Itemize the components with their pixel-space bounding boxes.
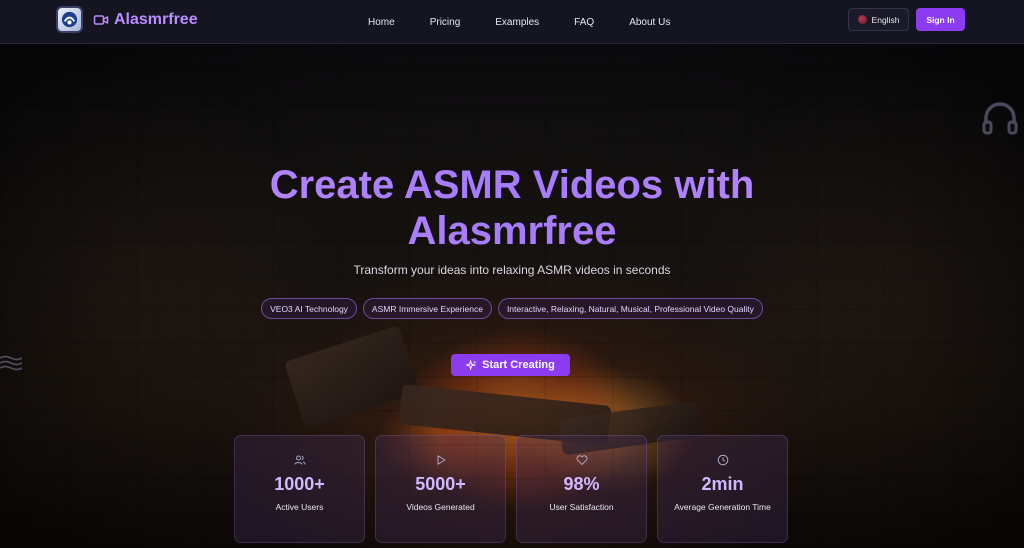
start-creating-button[interactable]: Start Creating bbox=[451, 354, 570, 376]
sparkles-icon bbox=[466, 359, 477, 371]
main-nav: Home Pricing Examples FAQ About Us bbox=[368, 0, 705, 44]
brand[interactable]: Alasmrfree bbox=[56, 6, 198, 33]
nav-link-examples[interactable]: Examples bbox=[495, 17, 539, 28]
stat-label: Active Users bbox=[275, 502, 324, 512]
stat-value: 1000+ bbox=[274, 474, 325, 494]
sign-in-button[interactable]: Sign In bbox=[916, 8, 965, 31]
stat-card-user-satisfaction: 98% User Satisfaction bbox=[516, 435, 647, 543]
feature-tag: ASMR Immersive Experience bbox=[362, 298, 492, 319]
start-creating-label: Start Creating bbox=[482, 359, 555, 371]
stat-card-active-users: 1000+ Active Users bbox=[234, 435, 365, 543]
brand-name: Alasmrfree bbox=[114, 10, 198, 28]
sound-waves-icon bbox=[0, 355, 22, 371]
hero-subtitle: Transform your ideas into relaxing ASMR … bbox=[353, 263, 671, 277]
hero-title-line-1: Create ASMR Videos with bbox=[269, 163, 755, 207]
stat-value: 98% bbox=[563, 474, 600, 494]
feature-tag: Interactive, Relaxing, Natural, Musical,… bbox=[497, 298, 763, 319]
stats-row: 1000+ Active Users 5000+ Videos Generate… bbox=[234, 435, 788, 543]
feature-tags: VEO3 AI Technology ASMR Immersive Experi… bbox=[0, 298, 1024, 319]
heart-icon bbox=[576, 455, 587, 465]
users-icon bbox=[294, 455, 305, 465]
brand-logo[interactable] bbox=[56, 6, 83, 33]
language-selector[interactable]: English bbox=[848, 8, 909, 31]
hero-title: Create ASMR Videos with Alasmrfree bbox=[0, 162, 1024, 254]
nav-link-faq[interactable]: FAQ bbox=[574, 17, 594, 28]
stat-value: 2min bbox=[701, 474, 744, 494]
clock-icon bbox=[717, 454, 728, 466]
language-label: English bbox=[871, 14, 900, 25]
headphones-icon bbox=[982, 102, 1018, 135]
nav-link-about-us[interactable]: About Us bbox=[629, 17, 670, 28]
feature-tag: VEO3 AI Technology bbox=[261, 298, 357, 319]
logo-mark-icon bbox=[61, 11, 78, 28]
page: Alasmrfree Home Pricing Examples FAQ Abo… bbox=[0, 0, 1024, 548]
stat-value: 5000+ bbox=[415, 474, 466, 494]
stat-card-videos-generated: 5000+ Videos Generated bbox=[375, 435, 506, 543]
stat-card-average-generation-time: 2min Average Generation Time bbox=[657, 435, 788, 543]
stat-label: User Satisfaction bbox=[549, 502, 614, 512]
hero-title-line-2: Alasmrfree bbox=[407, 209, 617, 253]
stat-label: Videos Generated bbox=[406, 502, 475, 512]
site-header: Alasmrfree Home Pricing Examples FAQ Abo… bbox=[0, 0, 1024, 44]
nav-link-pricing[interactable]: Pricing bbox=[430, 17, 461, 28]
video-camera-icon bbox=[93, 14, 109, 25]
play-icon bbox=[437, 455, 445, 465]
nav-link-home[interactable]: Home bbox=[368, 17, 395, 28]
flag-icon bbox=[857, 15, 867, 24]
stat-label: Average Generation Time bbox=[674, 502, 771, 512]
